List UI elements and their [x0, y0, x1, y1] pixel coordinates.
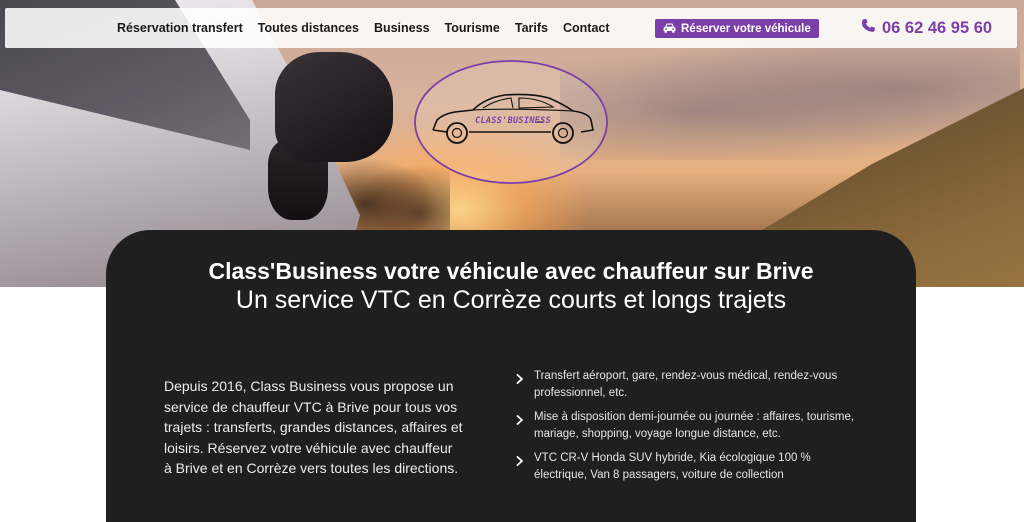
chevron-right-icon [516, 415, 523, 425]
car-icon [663, 20, 676, 38]
chevron-right-icon [516, 456, 523, 466]
list-item: Mise à disposition demi-journée ou journ… [514, 409, 859, 443]
list-item: VTC CR-V Honda SUV hybride, Kia écologiq… [514, 450, 859, 484]
nav-link-tarifs[interactable]: Tarifs [515, 21, 548, 35]
intro-paragraph: Depuis 2016, Class Business vous propose… [164, 378, 463, 477]
service-text: VTC CR-V Honda SUV hybride, Kia écologiq… [534, 452, 811, 481]
nav-link-tourisme[interactable]: Tourisme [445, 21, 500, 35]
navbar: Réservation transfert Toutes distances B… [5, 8, 1017, 48]
service-text: Transfert aéroport, gare, rendez-vous mé… [534, 370, 838, 399]
services-list: Transfert aéroport, gare, rendez-vous mé… [514, 368, 859, 491]
nav-link-toutes-distances[interactable]: Toutes distances [258, 21, 359, 35]
phone-number: 06 62 46 95 60 [882, 18, 993, 37]
side-mirror [275, 52, 393, 162]
phone-link[interactable]: 06 62 46 95 60 [861, 8, 992, 48]
list-item: Transfert aéroport, gare, rendez-vous mé… [514, 368, 859, 402]
reserve-button-label: Réserver votre véhicule [681, 22, 811, 35]
reserve-vehicle-button[interactable]: Réserver votre véhicule [655, 19, 819, 38]
intro-card: Class'Business votre véhicule avec chauf… [106, 230, 916, 522]
nav-menu: Réservation transfert Toutes distances B… [117, 8, 610, 48]
page-subtitle: Un service VTC en Corrèze courts et long… [235, 286, 787, 314]
nav-link-contact[interactable]: Contact [563, 21, 610, 35]
page-title: Class'Business votre véhicule avec chauf… [208, 258, 814, 284]
phone-icon [861, 18, 876, 38]
nav-link-reservation-transfert[interactable]: Réservation transfert [117, 21, 243, 35]
chevron-right-icon [516, 374, 523, 384]
nav-link-business[interactable]: Business [374, 21, 430, 35]
service-text: Mise à disposition demi-journée ou journ… [534, 411, 855, 440]
logo-text: CLASS'BUSINESS [475, 116, 551, 126]
